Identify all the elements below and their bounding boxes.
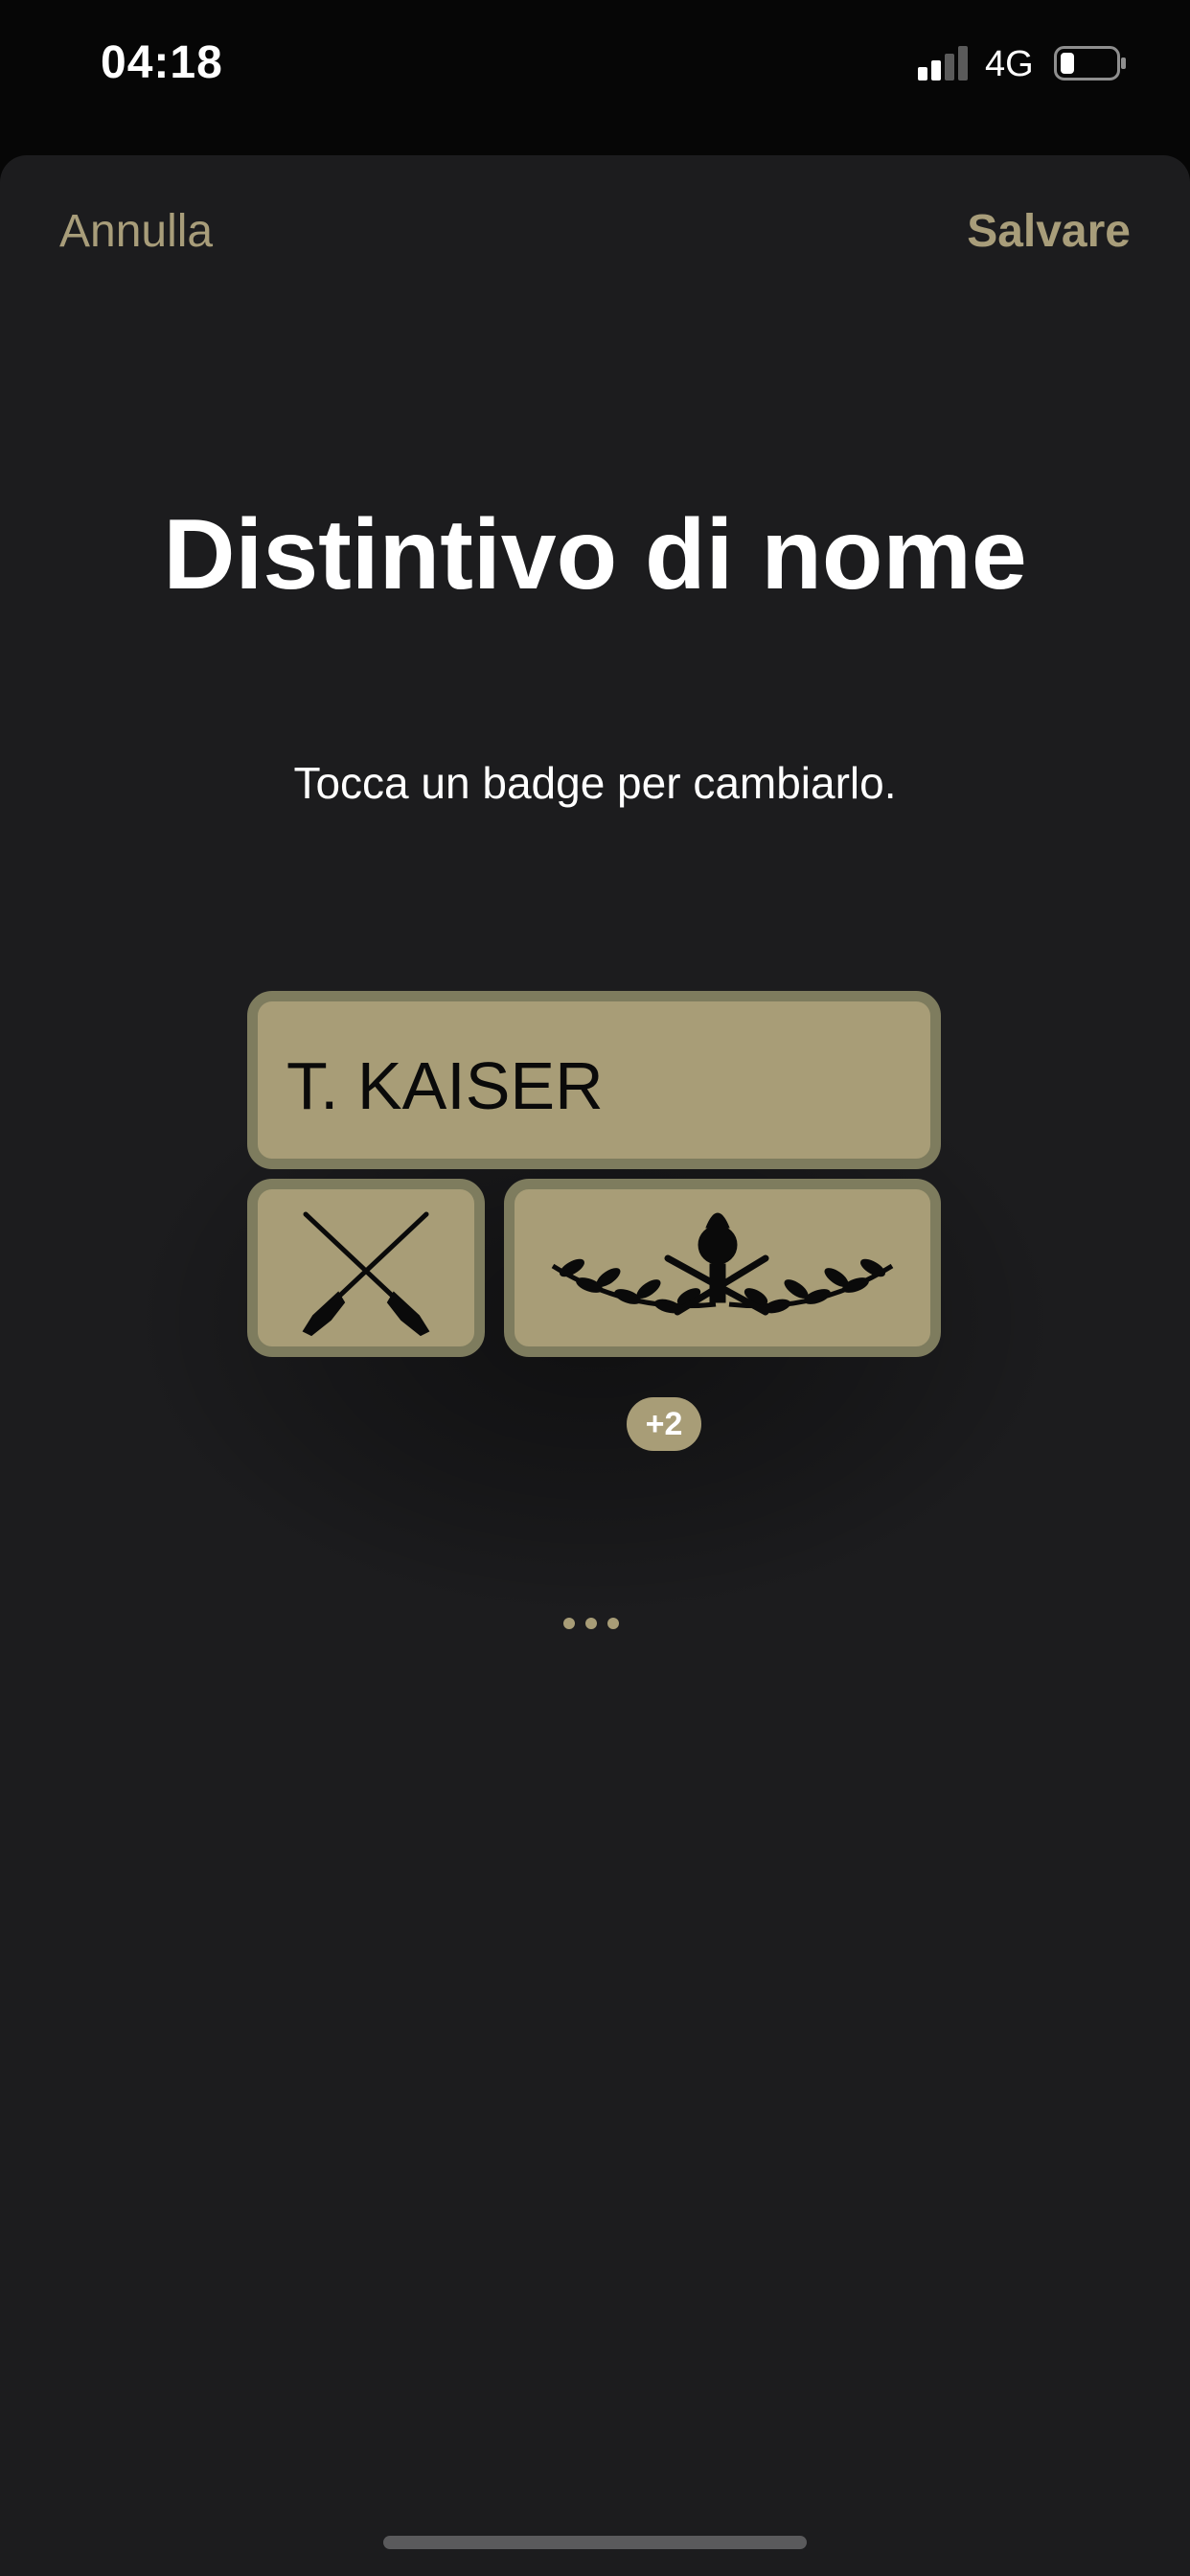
emblem-badge[interactable] xyxy=(504,1179,941,1357)
more-badges-count[interactable]: +2 xyxy=(627,1397,701,1451)
more-options-icon[interactable] xyxy=(563,1618,627,1633)
status-bar: 04:18 4G xyxy=(0,0,1190,144)
rifles-badge[interactable] xyxy=(247,1179,485,1357)
name-badge-text: T. KAISER xyxy=(286,1048,604,1123)
crossed-rifles-icon xyxy=(302,1211,430,1337)
screen: 04:18 4G Annulla Salvare Distintivo di n… xyxy=(0,0,1190,2576)
name-badge[interactable]: T. KAISER xyxy=(247,991,941,1169)
status-time: 04:18 xyxy=(101,37,223,88)
edit-sheet: Annulla Salvare Distintivo di nome Tocca… xyxy=(0,155,1190,2576)
network-type: 4G xyxy=(985,44,1034,84)
laurel-emblem-icon xyxy=(551,1212,894,1316)
home-indicator[interactable] xyxy=(383,2536,807,2549)
badge-group: T. KAISER +2 xyxy=(0,155,1190,2576)
signal-icon xyxy=(918,46,968,80)
battery-icon xyxy=(1054,46,1126,80)
